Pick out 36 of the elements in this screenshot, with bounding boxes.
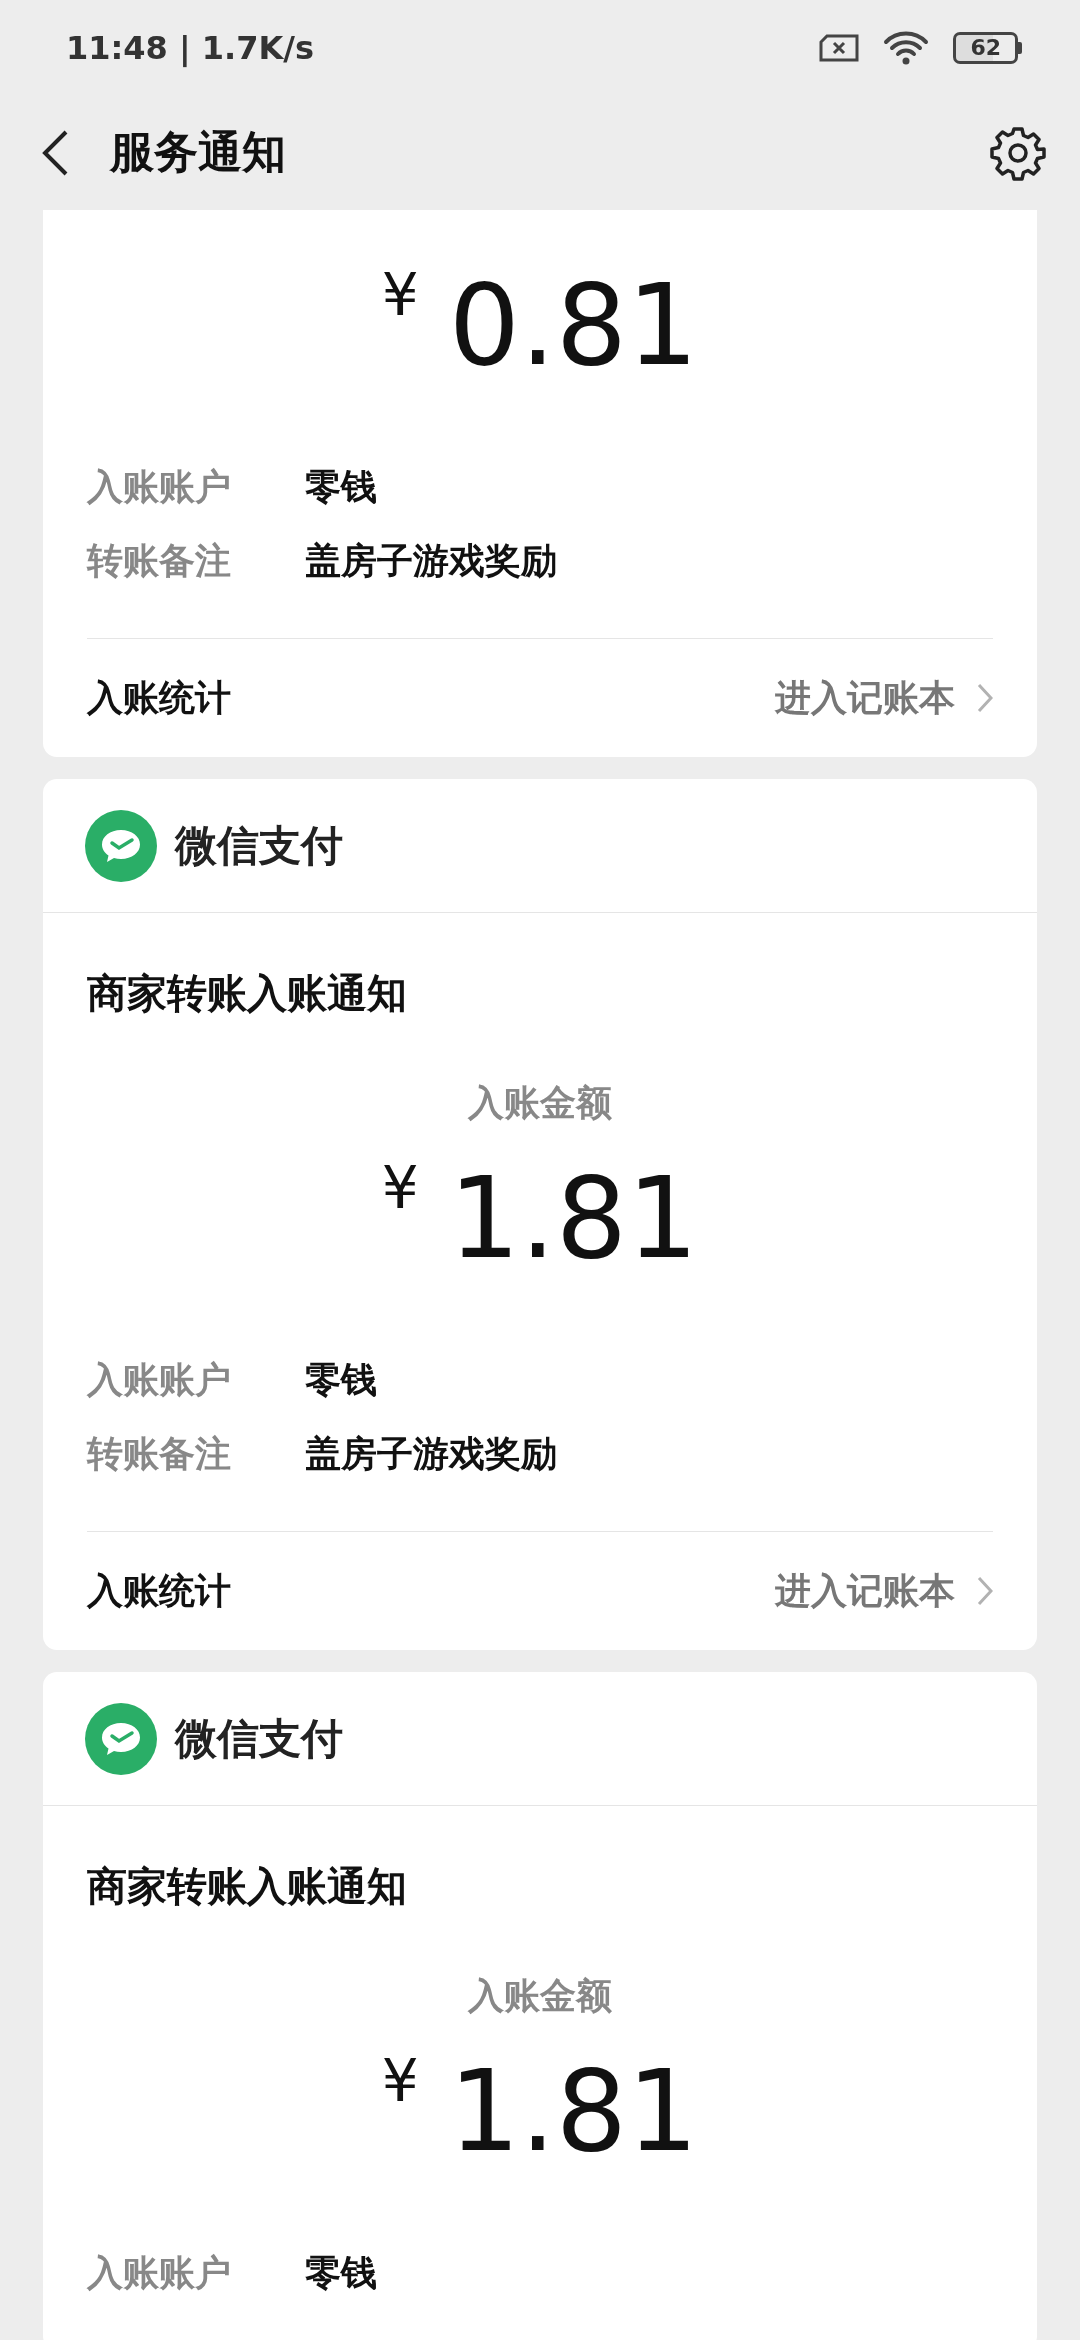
notification-title: 商家转账入账通知 bbox=[86, 1862, 408, 1911]
page-title: 服务通知 bbox=[110, 125, 287, 179]
chevron-right-icon bbox=[977, 1576, 993, 1606]
wechat-pay-icon bbox=[85, 809, 157, 882]
notification-title: 商家转账入账通知 bbox=[86, 969, 408, 1018]
currency-symbol: ¥ bbox=[381, 2046, 419, 2117]
wechat-pay-icon bbox=[85, 1702, 157, 1775]
wifi-icon bbox=[883, 29, 930, 66]
back-icon[interactable] bbox=[40, 128, 70, 177]
stats-label: 入账统计 bbox=[87, 675, 232, 720]
source-name: 微信支付 bbox=[175, 1712, 343, 1765]
detail-label: 入账账户 bbox=[87, 464, 232, 509]
amount-value: 1.81 bbox=[448, 1152, 699, 1285]
detail-label: 转账备注 bbox=[87, 1431, 232, 1476]
detail-value: 盖房子游戏奖励 bbox=[305, 538, 557, 583]
amount-value: 0.81 bbox=[448, 259, 699, 392]
amount-label: 入账金额 bbox=[466, 1974, 613, 2018]
amount-value: 1.81 bbox=[448, 2045, 699, 2178]
settings-icon[interactable] bbox=[990, 124, 1046, 181]
detail-label: 入账账户 bbox=[87, 2250, 232, 2295]
detail-value: 零钱 bbox=[305, 464, 377, 509]
ledger-link[interactable]: 进入记账本 bbox=[775, 1566, 955, 1616]
sim-card-icon bbox=[819, 33, 860, 62]
source-name: 微信支付 bbox=[175, 819, 343, 872]
detail-label: 转账备注 bbox=[87, 538, 232, 583]
currency-symbol: ¥ bbox=[381, 1153, 419, 1224]
stats-label: 入账统计 bbox=[87, 1568, 232, 1613]
amount-label: 入账金额 bbox=[466, 1081, 613, 1125]
chevron-right-icon bbox=[977, 683, 993, 713]
detail-value: 零钱 bbox=[305, 1357, 377, 1402]
detail-value: 零钱 bbox=[305, 2250, 377, 2295]
detail-label: 入账账户 bbox=[87, 1357, 232, 1402]
currency-symbol: ¥ bbox=[381, 260, 419, 331]
ledger-link[interactable]: 进入记账本 bbox=[775, 673, 955, 723]
detail-value: 盖房子游戏奖励 bbox=[305, 1431, 557, 1476]
status-time: 11:48 | 1.7K/s bbox=[66, 28, 315, 67]
